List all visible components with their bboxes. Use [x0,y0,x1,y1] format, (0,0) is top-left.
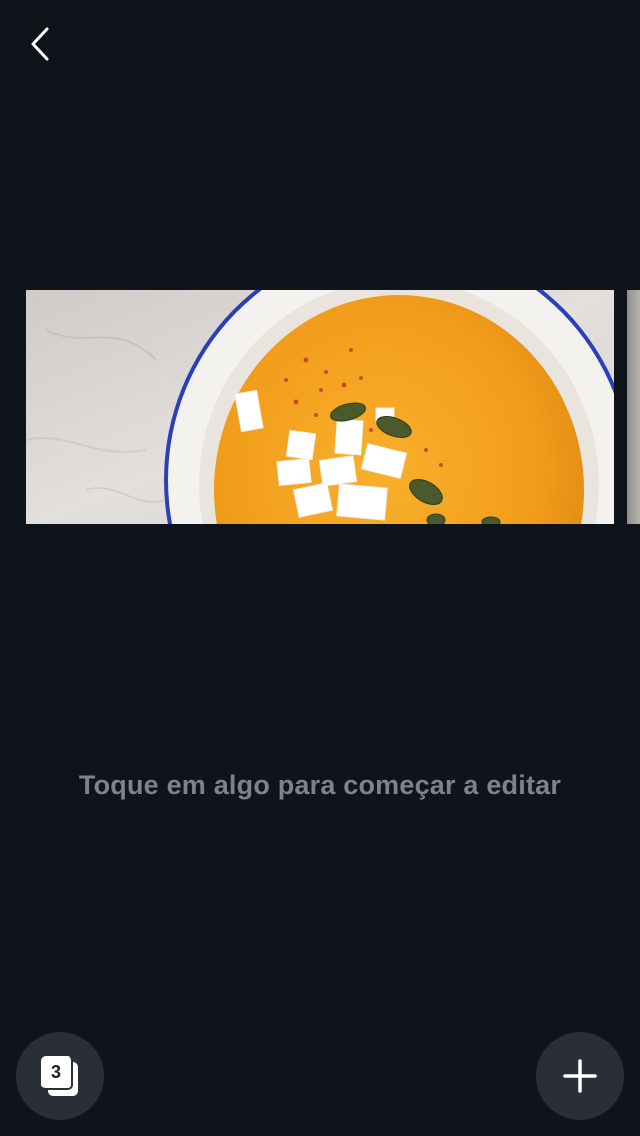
edit-hint-text: Toque em algo para começar a editar [78,770,562,800]
add-button[interactable] [536,1032,624,1120]
pages-stack-icon: 3 [41,1056,79,1096]
plus-icon [563,1059,597,1093]
back-button[interactable] [18,22,62,66]
soup-photo[interactable] [26,290,614,524]
next-page-preview[interactable] [627,290,640,524]
editor-screen: Toque em algo para começar a editar 3 [0,0,640,1136]
chevron-left-icon [31,27,49,61]
design-page-canvas[interactable] [26,290,614,524]
pages-count-badge: 3 [41,1056,73,1090]
pages-button[interactable]: 3 [16,1032,104,1120]
